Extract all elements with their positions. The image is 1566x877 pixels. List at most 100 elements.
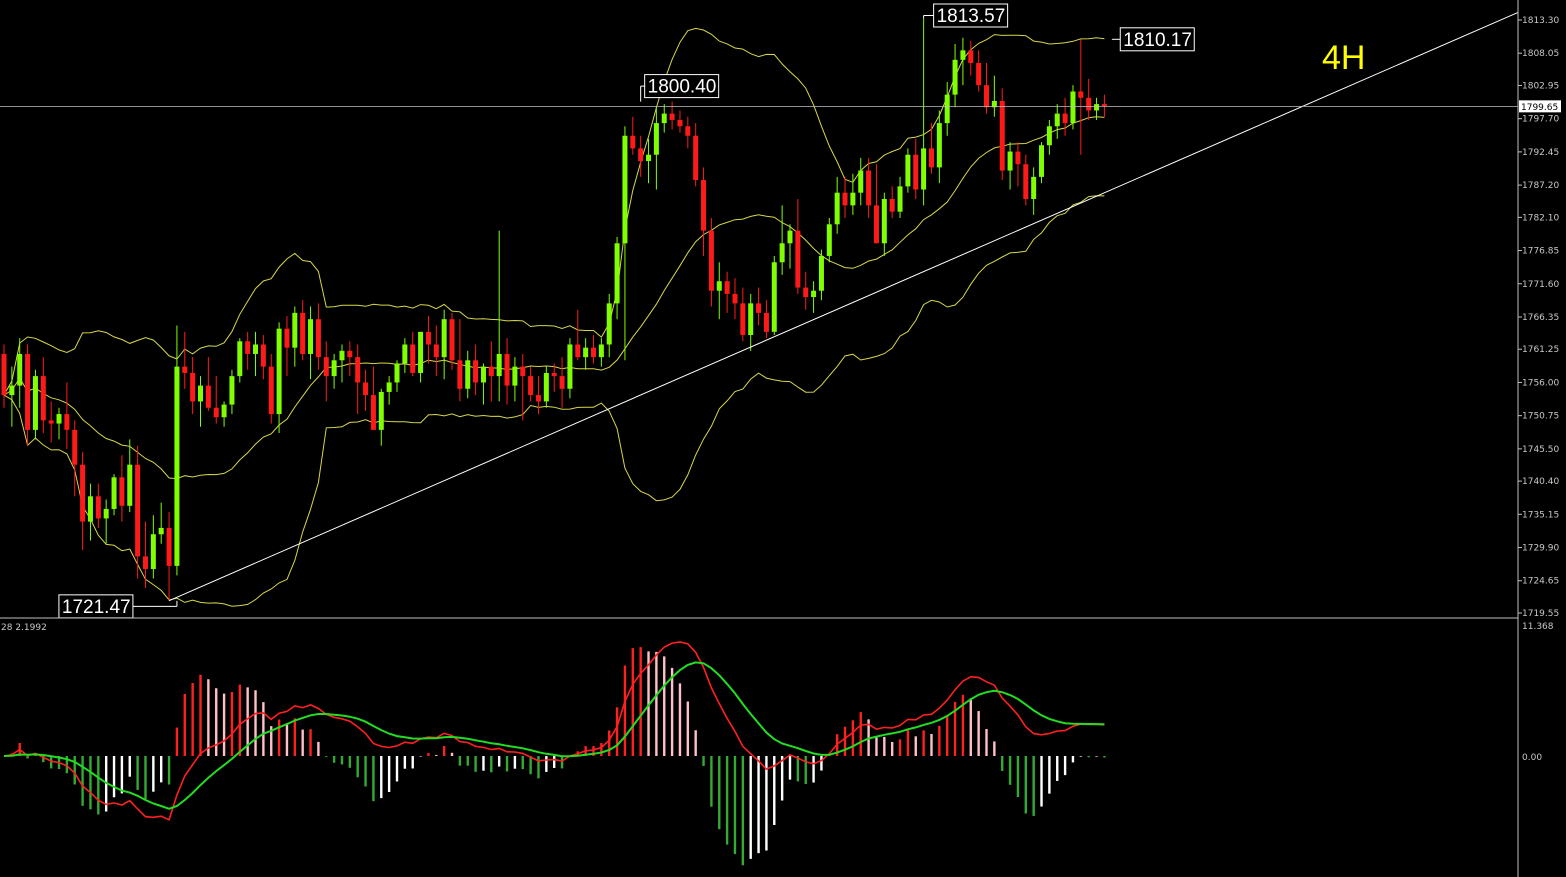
candle-body — [842, 192, 848, 206]
candle-body — [25, 353, 31, 430]
macd-info-label: 28 2.1992 — [1, 623, 47, 633]
callout-label: 1800.40 — [648, 77, 717, 98]
candle-body — [253, 344, 259, 354]
candle-body — [323, 357, 329, 377]
callout-label: 1813.57 — [937, 6, 1006, 27]
candle-body — [913, 154, 919, 190]
candle-body — [473, 360, 479, 383]
candle-body — [221, 404, 227, 418]
candle-body — [1, 353, 7, 396]
candle-body — [630, 135, 636, 149]
candle-body — [543, 372, 549, 402]
callout-label: 1810.17 — [1123, 30, 1192, 51]
candle-body — [984, 85, 989, 108]
candle-body — [64, 414, 70, 430]
candle-body — [119, 477, 125, 506]
candle-body — [763, 312, 769, 332]
candle-body — [952, 59, 958, 95]
candle-body — [103, 508, 109, 519]
candle-body — [300, 312, 306, 354]
trading-chart[interactable]: 1813.30 1808.05 1802.95 1797.70 1792.45 1787.… — [0, 0, 1566, 877]
candle-body — [87, 496, 93, 522]
candle-body — [308, 319, 314, 354]
candle-body — [818, 255, 824, 291]
candle-body — [858, 170, 864, 193]
price-callout: 1810.17 — [1111, 27, 1195, 52]
candle-body — [268, 366, 274, 415]
price-tick-label: 1787.20 — [1522, 181, 1559, 191]
candle-body — [276, 328, 282, 415]
candle-body — [363, 382, 369, 396]
candle-body — [1031, 176, 1037, 200]
candle-body — [740, 303, 746, 336]
candle-body — [284, 328, 290, 348]
candle-body — [488, 366, 494, 377]
candle-body — [496, 353, 502, 377]
price-tick-label: 1756.00 — [1522, 378, 1559, 388]
candle-body — [567, 344, 573, 389]
price-tick-label: 1776.85 — [1522, 247, 1559, 257]
candle-body — [480, 366, 486, 383]
candle-body — [229, 376, 235, 405]
candle-body — [1023, 164, 1029, 200]
candle-body — [245, 341, 251, 354]
candle-body — [32, 376, 38, 430]
candle-body — [724, 281, 730, 294]
candle-body — [190, 372, 196, 402]
candle-body — [95, 496, 101, 519]
candle-body — [928, 148, 934, 168]
candle-body — [606, 303, 612, 345]
candle-body — [142, 556, 148, 570]
price-tick-label: 1797.70 — [1522, 115, 1559, 125]
candle-body — [355, 357, 361, 383]
candle-body — [425, 331, 431, 345]
candle-body — [111, 477, 117, 509]
price-tick-label: 1766.35 — [1522, 313, 1559, 323]
price-callout: 1813.57 — [923, 3, 1009, 28]
candle — [999, 88, 1005, 181]
candle-body — [370, 395, 376, 430]
candle-body — [1062, 113, 1068, 124]
callout-label: 1721.47 — [62, 597, 131, 618]
price-tick-label: 1808.05 — [1522, 49, 1559, 59]
candle-body — [559, 376, 565, 389]
candle-body — [1007, 151, 1013, 171]
timeframe-label: 4H — [1322, 39, 1365, 77]
candle-body — [779, 243, 785, 263]
candle-body — [457, 360, 463, 389]
candle-body — [756, 303, 762, 313]
price-tick-label: 1802.95 — [1522, 81, 1559, 91]
candle-body — [237, 341, 243, 377]
candle-body — [1070, 91, 1076, 124]
candle-body — [646, 154, 652, 162]
candle-body — [520, 366, 526, 377]
candle-body — [1054, 113, 1060, 127]
candle-body — [889, 199, 895, 212]
candle-body — [638, 148, 644, 162]
candle-body — [873, 205, 879, 244]
candle-body — [614, 243, 620, 304]
candle-body — [535, 395, 541, 402]
price-tick-label: 1813.30 — [1522, 16, 1559, 26]
price-tick-label: 1745.50 — [1522, 445, 1559, 455]
candle-body — [260, 344, 266, 367]
candle-body — [960, 50, 966, 60]
candle-body — [732, 293, 738, 304]
candle-body — [198, 385, 203, 402]
macd-scale-top: 11.368 — [1522, 622, 1554, 632]
candle-body — [803, 287, 809, 298]
price-tick-label: 1782.10 — [1522, 213, 1559, 223]
candle-body — [708, 230, 714, 291]
candle-body — [9, 385, 15, 396]
candle-body — [1078, 91, 1084, 98]
candle-body — [622, 135, 628, 244]
candle-body — [968, 50, 974, 64]
price-tick-label: 1735.15 — [1522, 510, 1559, 520]
price-tick-label: 1729.90 — [1522, 544, 1559, 554]
price-tick-label: 1719.55 — [1522, 609, 1559, 619]
candle-body — [881, 199, 887, 244]
candle-body — [158, 527, 164, 535]
candle-body — [811, 290, 817, 298]
chart-background — [0, 0, 1566, 877]
candle-body — [551, 372, 557, 377]
